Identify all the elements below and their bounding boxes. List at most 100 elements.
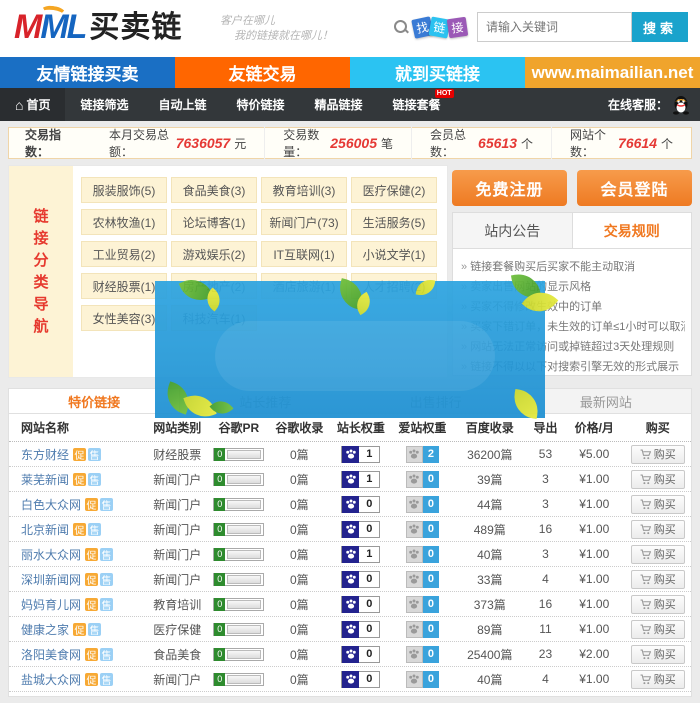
nav-item-label: 精品链接 — [315, 96, 363, 113]
cell-google-pr: 0 — [209, 623, 270, 636]
buy-button[interactable]: 购买 — [631, 470, 685, 489]
category-button[interactable]: 论坛博客(1) — [171, 209, 257, 235]
cell-chinaz-weight: 0 — [330, 646, 393, 663]
buy-button[interactable]: 购买 — [631, 520, 685, 539]
site-link[interactable]: 白色大众网 — [21, 496, 81, 513]
notice-tab[interactable]: 交易规则 — [573, 213, 692, 248]
site-link[interactable]: 深圳新闻网 — [21, 571, 81, 588]
chinaz-weight-value: 0 — [359, 598, 379, 610]
sale-badge: 售 — [88, 623, 101, 636]
banner-segment[interactable]: 友链交易 — [175, 57, 350, 88]
nav-item-3[interactable]: 自动上链 — [144, 88, 222, 121]
category-button[interactable]: 食品美食(3) — [171, 177, 257, 203]
qq-icon[interactable] — [672, 95, 690, 115]
paw-square — [406, 621, 423, 638]
buy-button[interactable]: 购买 — [631, 595, 685, 614]
banner-segment[interactable]: 就到买链接 — [350, 57, 525, 88]
register-button[interactable]: 免费注册 — [452, 170, 567, 206]
site-link[interactable]: 妈妈育儿网 — [21, 596, 81, 613]
ad-overlay[interactable] — [155, 281, 545, 418]
buy-button[interactable]: 购买 — [631, 445, 685, 464]
cell-google-included: 0篇 — [269, 596, 330, 613]
nav-item-label: 链接套餐 — [393, 96, 441, 113]
pr-bar — [227, 600, 261, 609]
cart-icon — [640, 524, 651, 535]
category-button[interactable]: 医疗保健(2) — [351, 177, 437, 203]
leaf-icon — [210, 396, 234, 420]
cell-site-name: 丽水大众网促售 — [9, 546, 146, 563]
site-link[interactable]: 洛阳美食网 — [21, 646, 81, 663]
online-service[interactable]: 在线客服： — [608, 88, 700, 121]
cell-chinaz-weight: 0 — [330, 621, 393, 638]
paw-square — [406, 471, 423, 488]
trade-index-bar: 交易指数： 本月交易总额：7636057元交易数量：256005笔会员总数：65… — [8, 127, 692, 159]
login-button[interactable]: 会员登陆 — [577, 170, 692, 206]
search-input[interactable] — [477, 12, 632, 42]
buy-button[interactable]: 购买 — [631, 620, 685, 639]
table-row: 洛阳美食网促售食品美食00篇0025400篇23¥2.00购买 — [9, 642, 691, 667]
cell-site-name: 健康之家促售 — [9, 621, 146, 638]
category-button[interactable]: 教育培训(3) — [261, 177, 347, 203]
cell-export-count: 3 — [527, 472, 564, 486]
banner-segment[interactable]: 友情链接买卖 — [0, 57, 175, 88]
cell-baidu-included: 40篇 — [453, 671, 527, 688]
category-button[interactable]: 游戏娱乐(2) — [171, 241, 257, 267]
table-row: 深圳新闻网促售新闻门户00篇0033篇4¥1.00购买 — [9, 567, 691, 592]
aizhan-weight-value: 0 — [423, 521, 439, 538]
buy-button[interactable]: 购买 — [631, 545, 685, 564]
category-button[interactable]: 生活服务(5) — [351, 209, 437, 235]
buy-button[interactable]: 购买 — [631, 670, 685, 689]
buy-button[interactable]: 购买 — [631, 495, 685, 514]
notice-tab[interactable]: 站内公告 — [453, 213, 573, 248]
cell-google-pr: 0 — [209, 648, 270, 661]
site-link[interactable]: 丽水大众网 — [21, 546, 81, 563]
banner-segment[interactable]: www.maimailian.net — [525, 57, 700, 88]
promote-badge: 促 — [85, 573, 98, 586]
cell-site-name: 莱芜新闻促售 — [9, 471, 146, 488]
category-button[interactable]: 工业贸易(2) — [81, 241, 167, 267]
category-button[interactable]: 服装服饰(5) — [81, 177, 167, 203]
category-button[interactable]: 新闻门户(73) — [261, 209, 347, 235]
column-header: 谷歌PR — [209, 419, 270, 436]
category-button[interactable]: 小说文学(1) — [351, 241, 437, 267]
cell-export-count: 11 — [527, 622, 564, 636]
paw-icon — [345, 523, 357, 535]
rule-item[interactable]: 链接套餐购买后买家不能主动取消 — [461, 257, 685, 277]
buy-button[interactable]: 购买 — [631, 570, 685, 589]
nav-item-4[interactable]: 特价链接 — [222, 88, 300, 121]
chinaz-weight-indicator: 0 — [341, 646, 380, 663]
logo-mml-text: MML — [14, 8, 85, 46]
paw-square — [406, 571, 423, 588]
site-link[interactable]: 东方财经 — [21, 446, 69, 463]
table-row: 白色大众网促售新闻门户00篇0044篇3¥1.00购买 — [9, 492, 691, 517]
site-link[interactable]: 健康之家 — [21, 621, 69, 638]
site-link[interactable]: 北京新闻 — [21, 521, 69, 538]
chinaz-weight-value: 0 — [359, 648, 379, 660]
nav-item-2[interactable]: 链接筛选 — [65, 88, 143, 121]
cell-buy: 购买 — [625, 545, 691, 564]
site-logo[interactable]: MML 买卖链 — [14, 8, 182, 46]
cell-baidu-included: 33篇 — [453, 571, 527, 588]
category-button[interactable]: IT互联网(1) — [261, 241, 347, 267]
search-button[interactable]: 搜索 — [632, 12, 688, 42]
category-button[interactable]: 农林牧渔(1) — [81, 209, 167, 235]
site-link[interactable]: 莱芜新闻 — [21, 471, 69, 488]
pr-value: 0 — [214, 548, 225, 561]
nav-item-6[interactable]: 链接套餐HOT — [378, 88, 456, 121]
buy-button[interactable]: 购买 — [631, 645, 685, 664]
pr-bar — [227, 550, 261, 559]
hot-badge: HOT — [435, 89, 454, 98]
buy-button-label: 购买 — [654, 521, 676, 537]
chinaz-weight-indicator: 0 — [341, 571, 380, 588]
aizhan-weight-indicator: 0 — [406, 596, 439, 613]
list-tab[interactable]: 最新网站 — [521, 389, 691, 413]
nav-item-5[interactable]: 精品链接 — [300, 88, 378, 121]
cell-category: 新闻门户 — [146, 671, 209, 688]
pr-indicator: 0 — [213, 473, 264, 486]
nav-item-1[interactable]: ⌂首页 — [0, 88, 65, 121]
paw-icon — [408, 473, 420, 485]
cell-site-name: 东方财经促售 — [9, 446, 146, 463]
buy-button-label: 购买 — [654, 446, 676, 462]
paw-square — [342, 546, 359, 563]
site-link[interactable]: 盐城大众网 — [21, 671, 81, 688]
